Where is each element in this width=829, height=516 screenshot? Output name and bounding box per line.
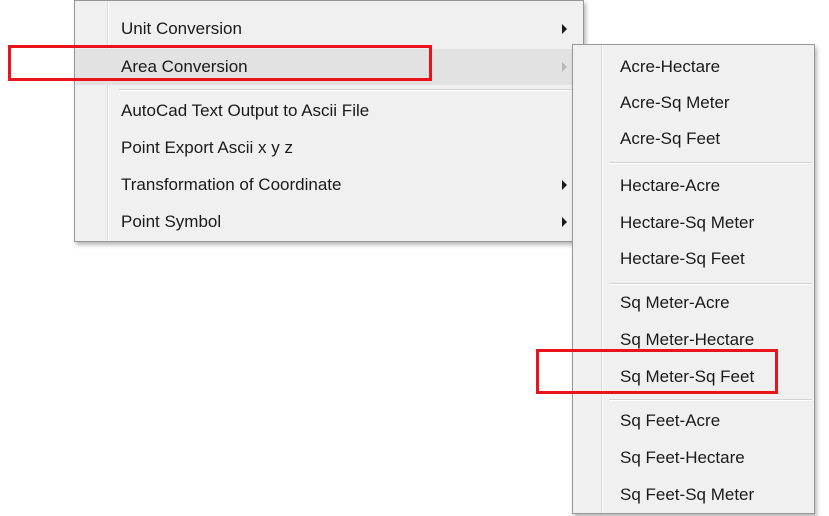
menu-item-area-conversion[interactable]: Area Conversion [75,49,583,85]
menu-item-transformation-of-coordinate[interactable]: Transformation of Coordinate [75,167,583,203]
menu-item-label: Point Export Ascii x y z [121,138,293,157]
menu-separator [75,89,583,91]
menu-separator [573,399,814,401]
menu-separator [573,162,814,164]
menu-item-label: Hectare-Sq Feet [620,249,745,268]
submenu-item-acre-hectare[interactable]: Acre-Hectare [573,49,814,85]
menu-item-unit-conversion[interactable]: Unit Conversion [75,11,583,47]
menu-item-label: Hectare-Sq Meter [620,213,755,232]
area-conversion-submenu: Acre-Hectare Acre-Sq Meter Acre-Sq Feet … [572,44,815,514]
submenu-arrow-icon [562,180,567,190]
menu-item-label: Unit Conversion [121,19,242,38]
submenu-item-sq-feet-acre[interactable]: Sq Feet-Acre [573,403,814,439]
submenu-item-acre-sq-feet[interactable]: Acre-Sq Feet [573,121,814,157]
menu-item-label: Acre-Sq Meter [620,93,730,112]
menu-item-label: Sq Meter-Acre [620,293,730,312]
menu-item-label: Acre-Hectare [620,57,721,76]
submenu-item-sq-meter-sq-feet[interactable]: Sq Meter-Sq Feet [573,359,814,395]
menu-item-label: Sq Feet-Hectare [620,448,745,467]
menu-item-label: AutoCad Text Output to Ascii File [121,101,370,120]
submenu-item-sq-feet-hectare[interactable]: Sq Feet-Hectare [573,440,814,476]
menu-item-point-symbol[interactable]: Point Symbol [75,204,583,240]
submenu-item-sq-meter-acre[interactable]: Sq Meter-Acre [573,285,814,321]
submenu-item-acre-sq-meter[interactable]: Acre-Sq Meter [573,85,814,121]
menu-item-label: Acre-Sq Feet [620,129,721,148]
menu-item-label: Sq Meter-Hectare [620,330,755,349]
submenu-item-hectare-sq-meter[interactable]: Hectare-Sq Meter [573,205,814,241]
menu-item-label: Area Conversion [121,57,248,76]
menu-item-label: Sq Feet-Acre [620,411,721,430]
menu-item-point-export-ascii[interactable]: Point Export Ascii x y z [75,130,583,166]
submenu-arrow-icon [562,62,567,72]
menu-item-label: Hectare-Acre [620,176,721,195]
submenu-arrow-icon [562,217,567,227]
menu-item-label: Point Symbol [121,212,222,231]
main-context-menu: Unit Conversion Area Conversion AutoCad … [74,0,584,242]
submenu-item-sq-meter-hectare[interactable]: Sq Meter-Hectare [573,322,814,358]
submenu-item-hectare-acre[interactable]: Hectare-Acre [573,168,814,204]
submenu-item-sq-feet-sq-meter[interactable]: Sq Feet-Sq Meter [573,477,814,513]
menu-item-label: Sq Feet-Sq Meter [620,485,755,504]
menu-item-label: Sq Meter-Sq Feet [620,367,755,386]
menu-item-autocad-text-output[interactable]: AutoCad Text Output to Ascii File [75,93,583,129]
menu-item-label: Transformation of Coordinate [121,175,342,194]
submenu-arrow-icon [562,24,567,34]
submenu-item-hectare-sq-feet[interactable]: Hectare-Sq Feet [573,241,814,277]
